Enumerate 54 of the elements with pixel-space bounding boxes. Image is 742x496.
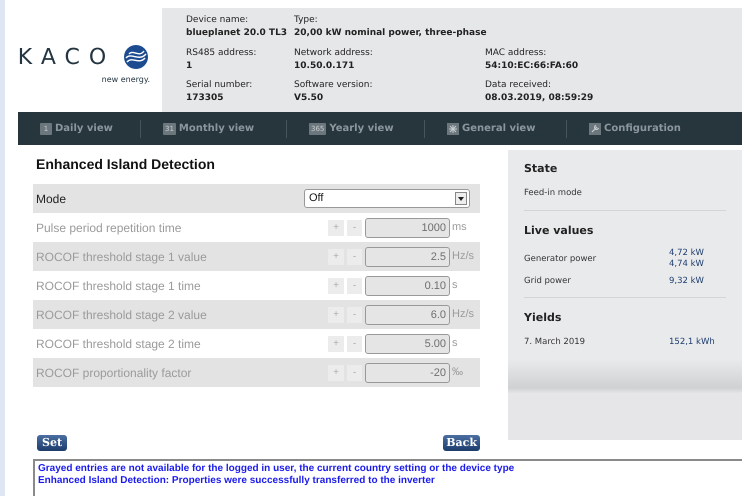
panel-value: 152,1 kWh bbox=[669, 337, 715, 348]
unit-label: Hz/s bbox=[452, 249, 475, 264]
setting-label: ROCOF threshold stage 1 value bbox=[36, 248, 208, 266]
unit-label: Hz/s bbox=[452, 307, 475, 322]
setting-label: ROCOF threshold stage 1 time bbox=[36, 278, 202, 294]
unit-label: s bbox=[452, 336, 458, 352]
status-message: Enhanced Island Detection: Properties were successfully transferred to the inverter bbox=[38, 475, 436, 487]
logo-tagline: new energy. bbox=[102, 74, 150, 86]
panel-heading: Live values bbox=[524, 222, 594, 238]
info-label: Device name: bbox=[186, 14, 250, 27]
info-value: blueplanet 20.0 TL3 bbox=[186, 27, 288, 40]
info-label: Type: bbox=[294, 14, 319, 27]
setting-label: ROCOF proportionality factor bbox=[36, 364, 192, 382]
dropdown-caret-icon bbox=[455, 192, 467, 205]
panel-value: 4,72 kW bbox=[669, 248, 704, 259]
unit-label: ‰ bbox=[452, 365, 464, 380]
wrench-icon bbox=[589, 122, 601, 134]
panel-label: 7. March 2019 bbox=[524, 336, 586, 349]
unit-label: ms bbox=[452, 220, 468, 236]
info-value: 54:10:EC:66:FA:60 bbox=[485, 60, 578, 73]
info-label: Serial number: bbox=[186, 79, 252, 92]
asterisk-icon bbox=[447, 122, 459, 134]
logo-globe-icon bbox=[123, 44, 150, 70]
info-value: 10.50.0.171 bbox=[294, 60, 356, 73]
logo-wordmark: KACO bbox=[18, 44, 116, 72]
panel-label: Feed-in mode bbox=[524, 187, 583, 200]
setting-label: Pulse period repetition time bbox=[36, 220, 182, 236]
panel-value: 9,32 kW bbox=[669, 276, 704, 286]
nav-tab[interactable]: Configuration bbox=[567, 116, 717, 140]
info-label: Data received: bbox=[485, 79, 552, 92]
unit-label: s bbox=[452, 278, 458, 294]
info-label: MAC address: bbox=[485, 47, 548, 60]
nav-tab[interactable]: General view bbox=[425, 116, 566, 140]
back-button[interactable]: Back bbox=[443, 435, 480, 451]
panel-heading: State bbox=[524, 161, 558, 177]
status-message: Grayed entries are not available for the logged in user, the current country setting or the device type bbox=[38, 463, 516, 475]
panel-value: 4,74 kW bbox=[669, 259, 704, 270]
panel-label: Grid power bbox=[524, 274, 572, 288]
section-title: Enhanced Island Detection bbox=[35, 155, 216, 174]
info-value: 173305 bbox=[186, 92, 225, 105]
info-value: V5.50 bbox=[294, 92, 324, 105]
info-value: 08.03.2019, 08:59:29 bbox=[485, 92, 594, 105]
setting-label: ROCOF threshold stage 2 time bbox=[36, 336, 202, 352]
info-value: 1 bbox=[186, 60, 194, 73]
info-label: Network address: bbox=[294, 47, 373, 60]
info-label: Software version: bbox=[294, 79, 373, 92]
panel-heading: Yields bbox=[524, 310, 562, 326]
mode-dropdown[interactable]: Off bbox=[304, 189, 470, 208]
info-label: RS485 address: bbox=[186, 47, 256, 60]
setting-label: ROCOF threshold stage 2 value bbox=[36, 306, 208, 324]
setting-label: Mode bbox=[36, 190, 68, 208]
info-value: 20,00 kW nominal power, three-phase bbox=[294, 27, 487, 40]
set-button[interactable]: Set bbox=[37, 435, 68, 451]
panel-label: Generator power bbox=[524, 252, 598, 266]
